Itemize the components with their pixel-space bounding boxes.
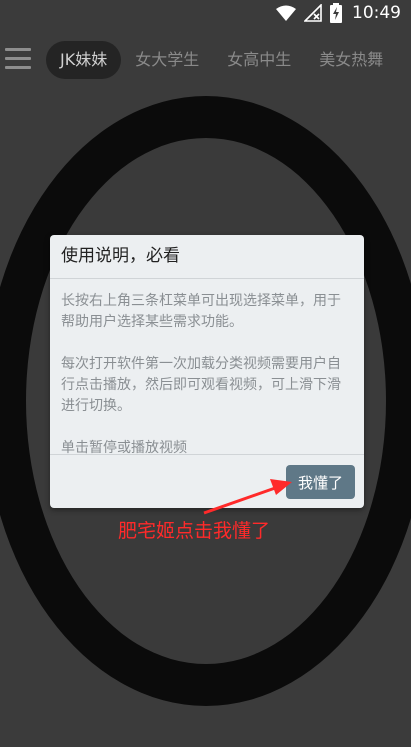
annotation-arrow bbox=[203, 479, 292, 515]
annotation-text: 肥宅姬点击我懂了 bbox=[118, 520, 271, 542]
